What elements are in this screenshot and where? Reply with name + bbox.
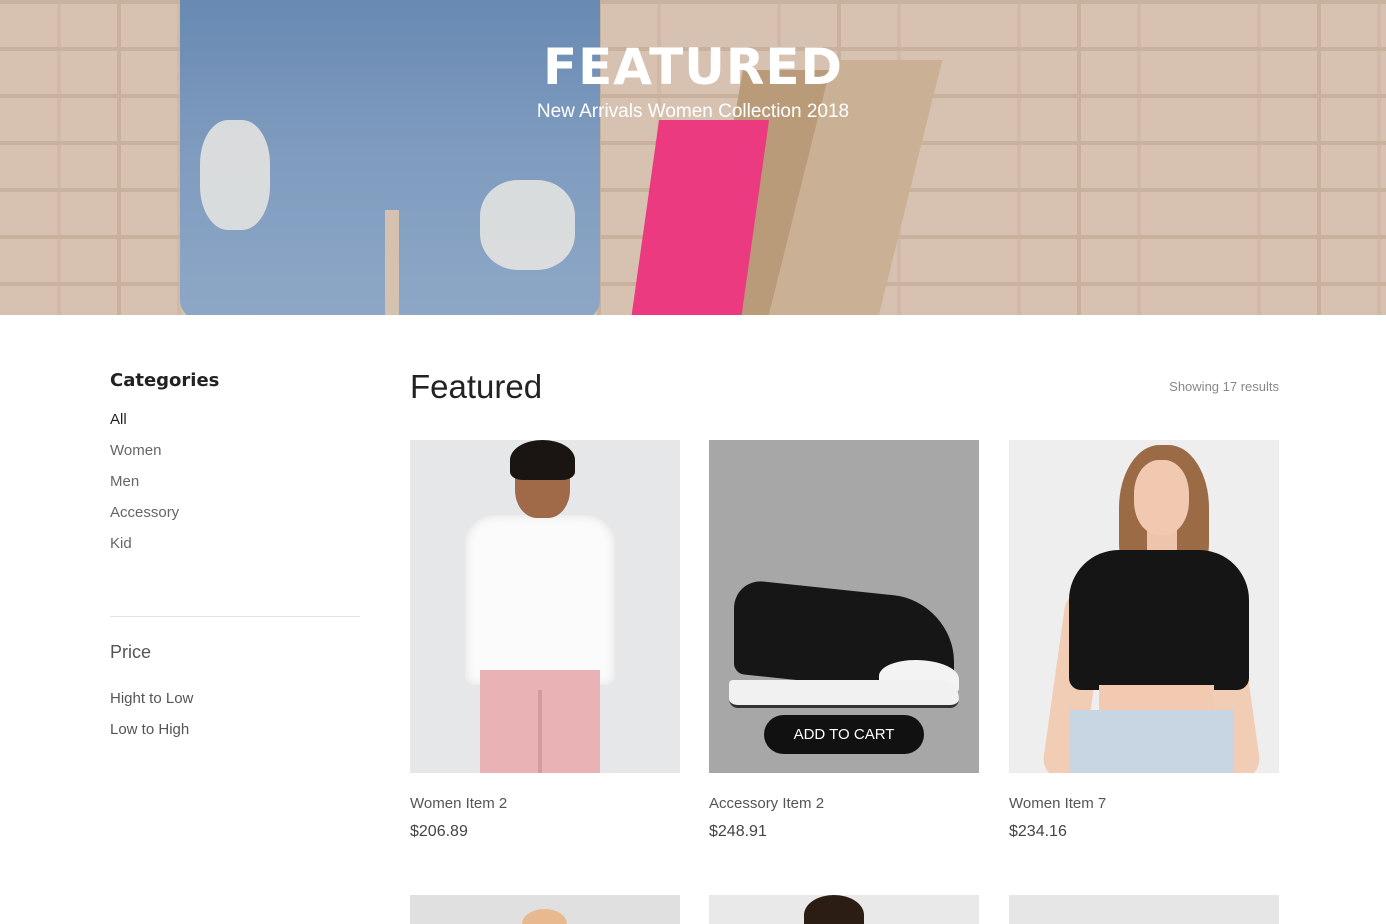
product-image[interactable] — [1009, 895, 1279, 924]
category-item-men[interactable]: Men — [110, 473, 360, 504]
sort-low-to-high[interactable]: Low to High — [110, 721, 360, 752]
sort-high-to-low[interactable]: Hight to Low — [110, 690, 360, 721]
product-card[interactable]: Women Item 2 $206.89 — [410, 440, 680, 841]
hero-title: FEATURED — [543, 38, 843, 96]
product-card[interactable]: ADD TO CART Accessory Item 2 $248.91 — [709, 440, 979, 841]
price-sort-list: Hight to Low Low to High — [110, 690, 360, 752]
sidebar-divider — [110, 616, 360, 617]
add-to-cart-button[interactable]: ADD TO CART — [764, 715, 924, 754]
hero-subtitle: New Arrivals Women Collection 2018 — [536, 101, 850, 122]
product-price: $248.91 — [709, 823, 767, 840]
filter-sidebar: Categories All Women Men Accessory Kid P… — [110, 370, 360, 752]
product-name[interactable]: Accessory Item 2 — [709, 795, 979, 815]
product-price: $206.89 — [410, 823, 468, 840]
page-title: Featured — [410, 368, 543, 405]
category-item-accessory[interactable]: Accessory — [110, 504, 360, 535]
price-heading: Price — [110, 642, 152, 662]
category-item-all[interactable]: All — [110, 411, 360, 442]
hero-banner: FEATURED New Arrivals Women Collection 2… — [0, 0, 1386, 315]
category-list: All Women Men Accessory Kid — [110, 411, 360, 566]
product-image[interactable] — [1009, 440, 1279, 773]
product-image[interactable] — [709, 895, 979, 924]
categories-heading: Categories — [110, 370, 220, 391]
product-price: $234.16 — [1009, 823, 1067, 840]
product-name[interactable]: Women Item 7 — [1009, 795, 1279, 815]
product-card[interactable]: Women Item 7 $234.16 — [1009, 440, 1279, 841]
category-item-kid[interactable]: Kid — [110, 535, 360, 566]
results-count: Showing 17 results — [1169, 379, 1279, 394]
product-image[interactable]: ADD TO CART — [709, 440, 979, 773]
product-image[interactable] — [410, 895, 680, 924]
product-image[interactable] — [410, 440, 680, 773]
product-name[interactable]: Women Item 2 — [410, 795, 680, 815]
category-item-women[interactable]: Women — [110, 442, 360, 473]
